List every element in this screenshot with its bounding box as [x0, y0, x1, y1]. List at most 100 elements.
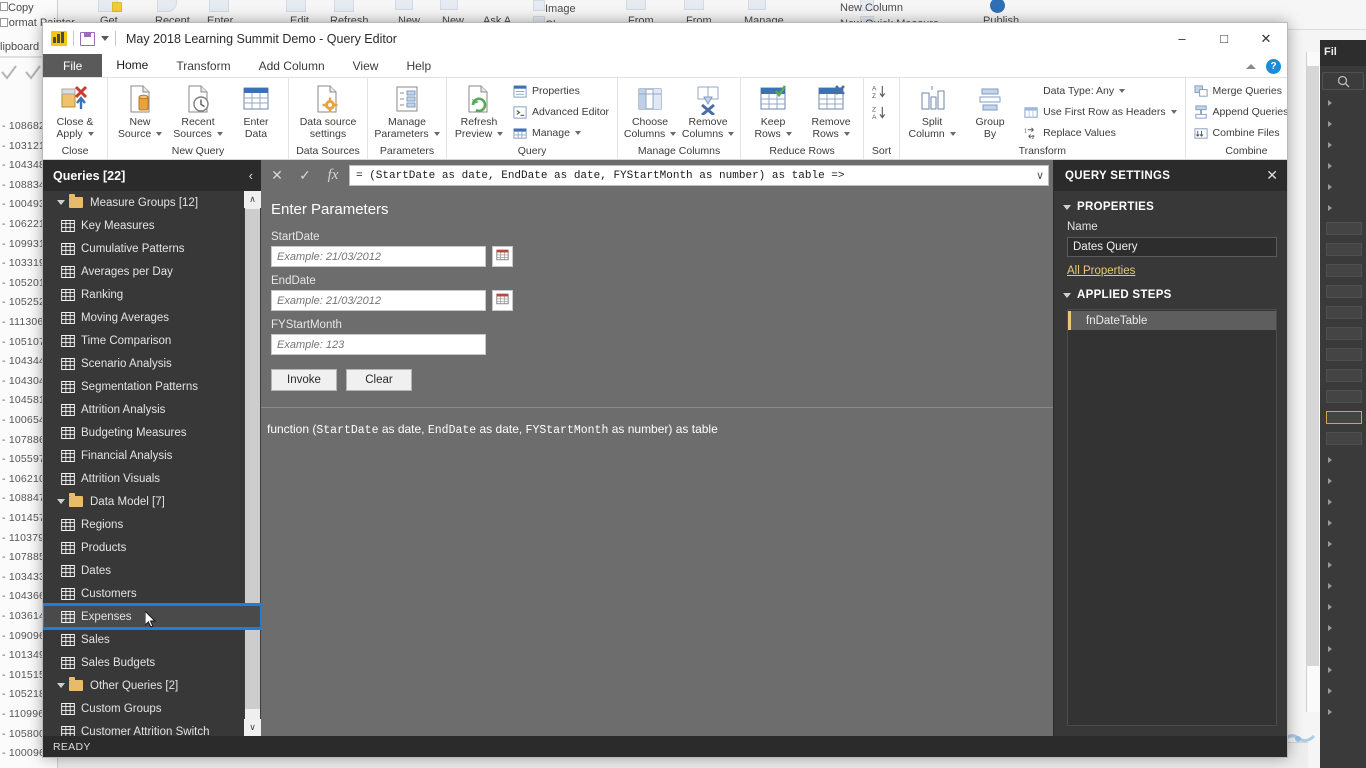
- bg-field-row[interactable]: [1326, 411, 1362, 424]
- query-item-time-comparison[interactable]: Time Comparison: [43, 329, 261, 352]
- bg-field-row[interactable]: [1326, 390, 1362, 403]
- combine-files-button[interactable]: Combine Files: [1190, 123, 1287, 143]
- applied-steps-section-header[interactable]: APPLIED STEPS: [1054, 279, 1287, 305]
- queries-scroll-up-button[interactable]: ∧: [244, 191, 261, 208]
- bg-field-expand-icon[interactable]: [1328, 604, 1332, 610]
- calendar-picker-button-startdate[interactable]: [492, 246, 513, 267]
- dropdown-caret-icon[interactable]: [216, 131, 223, 136]
- query-item-key-measures[interactable]: Key Measures: [43, 214, 261, 237]
- close-button[interactable]: ✕: [1245, 23, 1287, 54]
- help-icon[interactable]: ?: [1266, 58, 1281, 74]
- bg-field-expand-icon[interactable]: [1328, 688, 1332, 694]
- tab-view[interactable]: View: [339, 54, 393, 77]
- manage-parameters-button[interactable]: Manage Parameters: [372, 81, 442, 142]
- parameter-input-startdate[interactable]: [271, 246, 486, 267]
- keep-rows-button[interactable]: Keep Rows: [745, 81, 801, 142]
- sort-ascending-icon-button[interactable]: AZ: [868, 81, 895, 101]
- recent-sources-button[interactable]: Recent Sources: [170, 81, 226, 142]
- dropdown-caret-icon[interactable]: [785, 131, 792, 136]
- parameter-input-fystartmonth[interactable]: [271, 334, 486, 355]
- dropdown-caret-icon[interactable]: [156, 131, 163, 136]
- bg-field-expand-icon[interactable]: [1328, 625, 1332, 631]
- query-folder-data-model-7[interactable]: Data Model [7]: [43, 490, 261, 513]
- formula-fx-button[interactable]: fx: [319, 162, 347, 190]
- collapse-ribbon-icon[interactable]: [1246, 63, 1256, 69]
- advanced-editor-button[interactable]: Advanced Editor: [509, 102, 613, 122]
- manage-button[interactable]: Manage: [509, 123, 613, 143]
- bg-field-row[interactable]: [1326, 285, 1362, 298]
- dropdown-caret-icon[interactable]: [574, 131, 581, 136]
- qat-customize-caret-icon[interactable]: [101, 36, 109, 41]
- query-item-customers[interactable]: Customers: [43, 582, 261, 605]
- query-folder-other-queries-2[interactable]: Other Queries [2]: [43, 674, 261, 697]
- dropdown-caret-icon[interactable]: [949, 131, 956, 136]
- bg-field-row[interactable]: [1326, 264, 1362, 277]
- query-item-averages-per-day[interactable]: Averages per Day: [43, 260, 261, 283]
- invoke-button[interactable]: Invoke: [271, 369, 337, 391]
- bg-field-row[interactable]: [1326, 222, 1362, 235]
- applied-steps-expand-icon[interactable]: [1063, 292, 1071, 298]
- dropdown-caret-icon[interactable]: [843, 131, 850, 136]
- close-apply-button[interactable]: Close & Apply: [47, 81, 103, 142]
- formula-accept-button[interactable]: ✓: [291, 162, 319, 190]
- query-item-sales[interactable]: Sales: [43, 628, 261, 651]
- properties-expand-icon[interactable]: [1063, 204, 1071, 210]
- bg-field-expand-icon[interactable]: [1328, 709, 1332, 715]
- query-settings-close-icon[interactable]: ✕: [1266, 167, 1278, 184]
- query-item-cumulative-patterns[interactable]: Cumulative Patterns: [43, 237, 261, 260]
- use-first-row-as-headers-button[interactable]: Use First Row as Headers: [1020, 102, 1180, 122]
- query-item-regions[interactable]: Regions: [43, 513, 261, 536]
- query-item-custom-groups[interactable]: Custom Groups: [43, 697, 261, 720]
- replace-values-button[interactable]: 1 2 Replace Values: [1020, 123, 1180, 143]
- tab-transform[interactable]: Transform: [162, 54, 244, 77]
- properties-button[interactable]: Properties: [509, 81, 613, 101]
- query-item-moving-averages[interactable]: Moving Averages: [43, 306, 261, 329]
- bg-field-expand-icon[interactable]: [1328, 163, 1332, 169]
- bg-field-row[interactable]: [1326, 306, 1362, 319]
- folder-expand-icon[interactable]: [57, 200, 65, 205]
- dropdown-caret-icon[interactable]: [670, 131, 677, 136]
- append-queries-button[interactable]: Append Queries: [1190, 102, 1287, 122]
- tab-home[interactable]: Home: [102, 54, 163, 77]
- enter-data-button[interactable]: Enter Data: [228, 81, 284, 142]
- bg-field-row[interactable]: [1326, 432, 1362, 445]
- tab-file[interactable]: File: [43, 54, 103, 77]
- bg-field-expand-icon[interactable]: [1328, 457, 1332, 463]
- queries-scroll-down-button[interactable]: ∨: [244, 719, 261, 736]
- dropdown-caret-icon[interactable]: [497, 131, 504, 136]
- query-item-products[interactable]: Products: [43, 536, 261, 559]
- dropdown-caret-icon[interactable]: [728, 131, 735, 136]
- bg-field-expand-icon[interactable]: [1328, 100, 1332, 106]
- dropdown-caret-icon[interactable]: [1119, 89, 1125, 94]
- parameter-input-enddate[interactable]: [271, 290, 486, 311]
- remove-rows-button[interactable]: Remove Rows: [803, 81, 859, 142]
- query-item-budgeting-measures[interactable]: Budgeting Measures: [43, 421, 261, 444]
- bg-field-expand-icon[interactable]: [1328, 478, 1332, 484]
- maximize-button[interactable]: □: [1203, 23, 1245, 54]
- all-properties-link[interactable]: All Properties: [1054, 257, 1135, 277]
- dropdown-caret-icon[interactable]: [87, 131, 94, 136]
- query-folder-measure-groups-12[interactable]: Measure Groups [12]: [43, 191, 261, 214]
- folder-expand-icon[interactable]: [57, 499, 65, 504]
- tab-add-column[interactable]: Add Column: [245, 54, 339, 77]
- query-item-expenses[interactable]: Expenses: [43, 603, 261, 630]
- bg-field-expand-icon[interactable]: [1328, 562, 1332, 568]
- query-item-attrition-analysis[interactable]: Attrition Analysis: [43, 398, 261, 421]
- queries-scroll-thumb[interactable]: [245, 209, 260, 709]
- dropdown-caret-icon[interactable]: [433, 131, 440, 136]
- query-item-sales-budgets[interactable]: Sales Budgets: [43, 651, 261, 674]
- queries-scrollbar[interactable]: ∧ ∨: [244, 191, 261, 736]
- calendar-picker-button-enddate[interactable]: [492, 290, 513, 311]
- save-icon[interactable]: [80, 31, 95, 46]
- new-source-button[interactable]: New Source: [112, 81, 168, 142]
- bg-field-expand-icon[interactable]: [1328, 667, 1332, 673]
- bg-field-expand-icon[interactable]: [1328, 205, 1332, 211]
- collapse-queries-pane-icon[interactable]: ‹: [249, 168, 253, 183]
- data-source-settings-button[interactable]: Data source settings: [293, 81, 363, 142]
- query-item-ranking[interactable]: Ranking: [43, 283, 261, 306]
- background-scroll-thumb[interactable]: [1307, 66, 1319, 666]
- bg-field-row[interactable]: [1326, 348, 1362, 361]
- query-item-attrition-visuals[interactable]: Attrition Visuals: [43, 467, 261, 490]
- bg-field-expand-icon[interactable]: [1328, 583, 1332, 589]
- bg-field-expand-icon[interactable]: [1328, 520, 1332, 526]
